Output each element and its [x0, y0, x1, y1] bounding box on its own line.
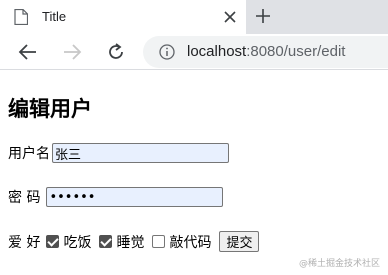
password-row: 密 码 [8, 187, 224, 207]
forward-arrow-icon[interactable] [62, 42, 82, 62]
hobby-label-sleep: 睡觉 [116, 234, 145, 251]
submit-button[interactable]: 提交 [219, 231, 260, 252]
hobby-row: 爱 好 吃饭 睡觉 敲代码 提交 [8, 231, 260, 252]
page-content: 编辑用户 用户名 密 码 爱 好 吃饭 睡觉 敲代码 提交 @稀土掘金技术社区 [0, 71, 388, 275]
hobby-checkbox-eat[interactable] [46, 235, 60, 248]
reload-icon[interactable] [106, 42, 126, 62]
url-path: :8080/user/edit [246, 43, 346, 60]
username-label: 用户名 [8, 146, 50, 162]
hobby-checkbox-code[interactable] [152, 235, 166, 248]
document-icon [14, 9, 28, 25]
username-row: 用户名 [8, 143, 229, 163]
url-text: localhost:8080/user/edit [187, 43, 345, 60]
hobby-label-eat: 吃饭 [63, 234, 92, 251]
password-label: 密 码 [8, 190, 41, 206]
info-icon[interactable] [159, 44, 175, 60]
tab-title: Title [42, 9, 67, 24]
back-arrow-icon[interactable] [18, 42, 38, 62]
close-tab-icon[interactable] [222, 9, 238, 25]
url-host: localhost [187, 43, 247, 60]
hobby-label-code: 敲代码 [169, 234, 212, 251]
hobby-checkbox-sleep[interactable] [99, 235, 113, 248]
hobby-label: 爱 好 [8, 234, 41, 251]
browser-tab[interactable]: Title [0, 0, 246, 34]
username-input[interactable] [52, 143, 229, 163]
password-input[interactable] [46, 187, 224, 207]
new-tab-icon[interactable] [254, 7, 272, 25]
tab-strip: Title [0, 0, 388, 34]
browser-toolbar: localhost:8080/user/edit [0, 34, 388, 70]
address-bar[interactable]: localhost:8080/user/edit [143, 36, 388, 68]
watermark: @稀土掘金技术社区 [298, 259, 380, 269]
page-title: 编辑用户 [8, 97, 92, 121]
